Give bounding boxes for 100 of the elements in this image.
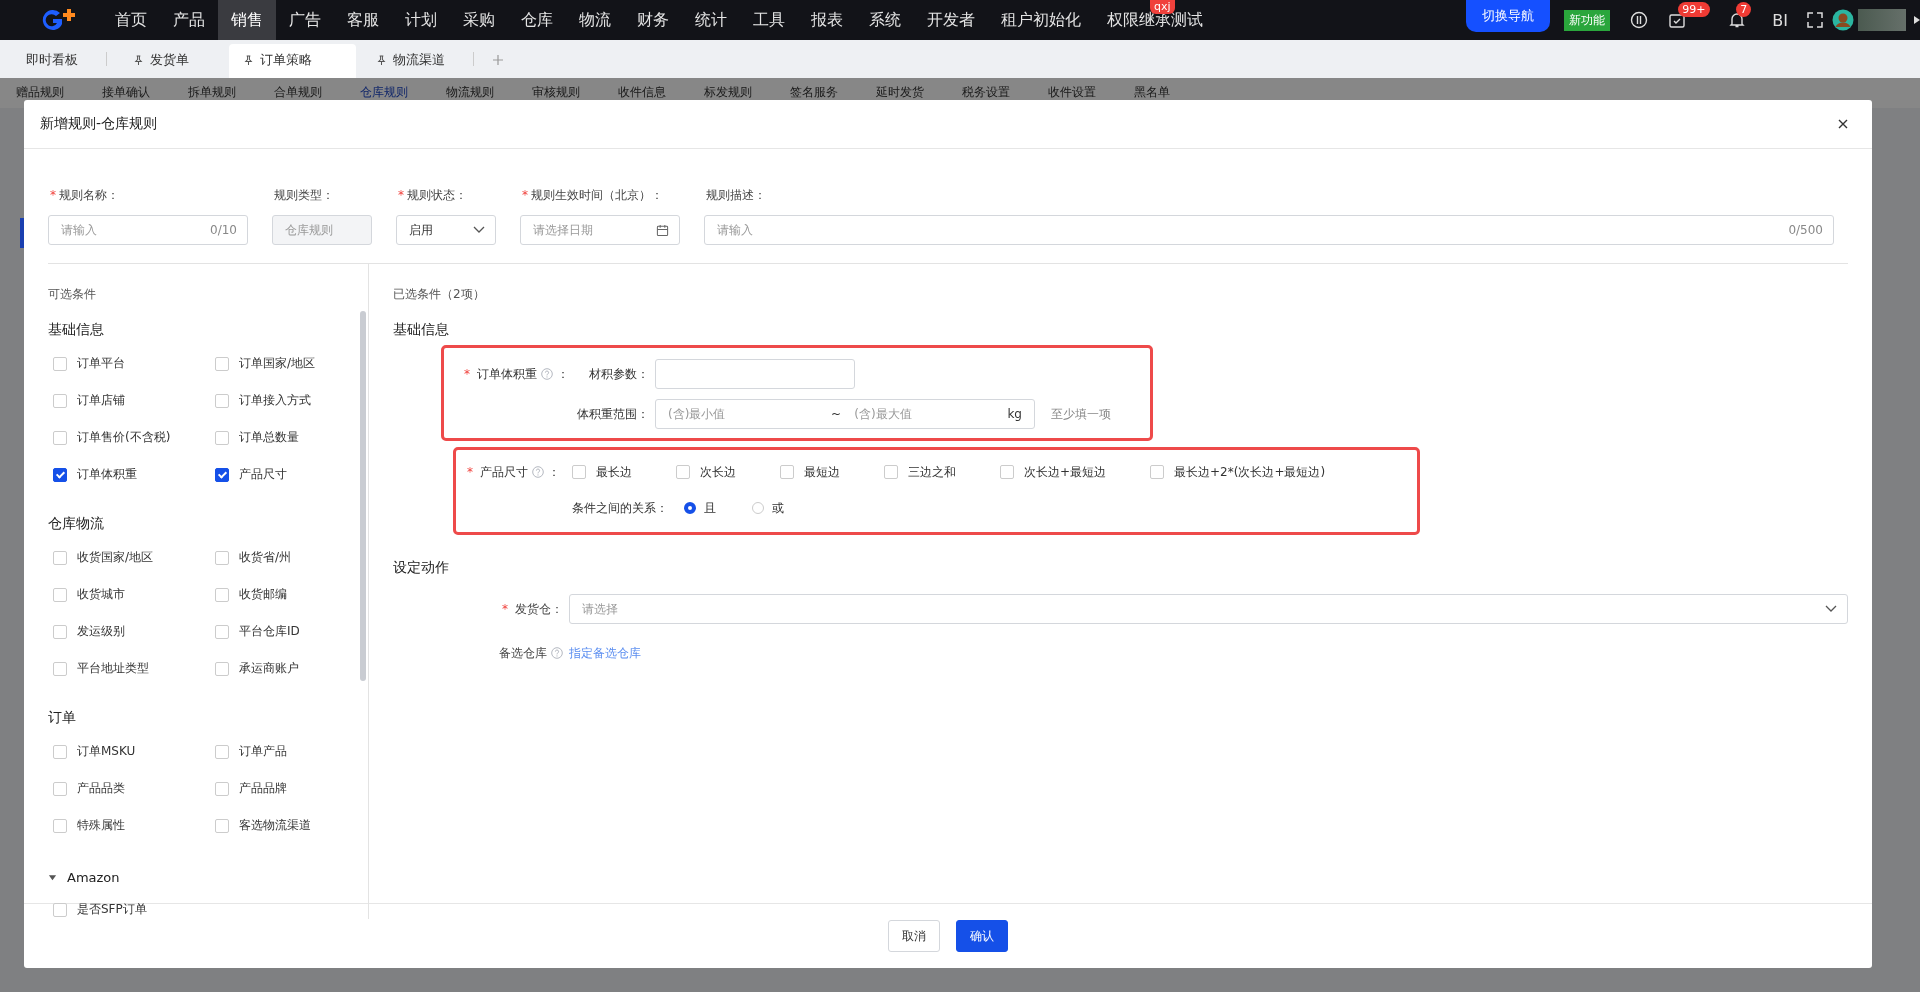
checkbox-label: 最长边+2*(次长边+最短边)	[1174, 463, 1326, 481]
checkbox-label: 特殊属性	[77, 817, 125, 834]
text-input[interactable]: 请输入 0/10	[48, 215, 248, 245]
sync-icon[interactable]	[1630, 11, 1649, 29]
checkbox-label: 订单MSKU	[77, 743, 136, 760]
checkbox-label: 收货城市	[77, 586, 125, 603]
group-toggle[interactable]: Amazon	[48, 870, 368, 885]
sub-tab[interactable]: 黑名单	[1134, 84, 1186, 101]
confirm-button[interactable]: 确认	[956, 920, 1008, 952]
nav-menu-item[interactable]: 仓库	[508, 11, 566, 29]
required-mark: *	[522, 188, 528, 202]
add-tab-icon[interactable]	[492, 54, 504, 66]
checkbox-label: 平台地址类型	[77, 660, 149, 677]
help-icon[interactable]	[551, 647, 563, 659]
chevron-down-icon	[1825, 605, 1837, 613]
checkbox-label: 订单国家/地区	[239, 355, 316, 372]
checkbox-label: 订单总数量	[239, 429, 299, 446]
caret-icon[interactable]	[48, 873, 57, 882]
calendar-icon	[656, 223, 669, 237]
task-icon[interactable]	[1668, 11, 1687, 29]
help-icon[interactable]	[532, 466, 544, 478]
checkbox-label: 产品尺寸	[239, 466, 287, 483]
field-label: 材积参数：	[588, 365, 649, 383]
sub-tab[interactable]: 拆单规则	[188, 84, 252, 101]
caret-icon[interactable]	[1914, 16, 1920, 24]
count-badge: 99+	[1678, 2, 1710, 17]
checkbox-label: 是否SFP订单	[77, 901, 147, 918]
field-label: 体积重范围：	[576, 405, 649, 423]
required-mark: *	[464, 367, 470, 381]
avatar-icon[interactable]	[1832, 9, 1854, 31]
nav-menu-item[interactable]: 开发者	[914, 11, 988, 29]
page-tab[interactable]: 订单策略	[229, 44, 356, 78]
radio-label: 且	[704, 499, 716, 517]
field-label: 规则类型：	[274, 188, 334, 202]
nav-menu-item[interactable]: 客服	[334, 11, 392, 29]
page-tab[interactable]: 即时看板	[12, 44, 94, 78]
nav-menu-item[interactable]: 工具	[740, 11, 798, 29]
text-input[interactable]: 请输入 0/500	[704, 215, 1834, 245]
condition-label: 产品尺寸	[480, 463, 528, 481]
nav-menu-item[interactable]: 财务	[624, 11, 682, 29]
sub-tab[interactable]: 收件信息	[618, 84, 682, 101]
checkbox[interactable]	[215, 467, 229, 482]
checkbox[interactable]	[53, 467, 67, 482]
sub-tab[interactable]: 物流规则	[446, 84, 510, 101]
checkbox-label: 次长边	[700, 463, 736, 481]
nav-menu-item[interactable]: 产品	[160, 11, 218, 29]
nav-menu-item[interactable]: 报表	[798, 11, 856, 29]
range-input[interactable]: (含)最小值 ~ (含)最大值 kg	[655, 399, 1035, 429]
checkbox-label: 订单售价(不含税)	[77, 429, 171, 446]
fullscreen-icon[interactable]	[1806, 11, 1824, 29]
switch-navigation-button[interactable]: 切换导航	[1466, 0, 1551, 32]
help-icon[interactable]	[541, 368, 553, 380]
bell-icon[interactable]	[1728, 11, 1747, 29]
checkbox-label: 产品品牌	[239, 780, 287, 797]
nav-menu-item[interactable]: 采购	[450, 11, 508, 29]
nav-menu-item[interactable]: 计划	[392, 11, 450, 29]
panel-title: 可选条件	[48, 286, 97, 303]
sub-tab[interactable]: 审核规则	[532, 84, 596, 101]
colon: ：	[548, 463, 560, 481]
checkbox-label: 产品品类	[77, 780, 125, 797]
sub-tab[interactable]: 税务设置	[962, 84, 1026, 101]
radio-button[interactable]	[684, 502, 696, 514]
scrollbar[interactable]	[360, 311, 366, 681]
count-badge: 7	[1736, 2, 1752, 17]
page-tab[interactable]: 发货单	[119, 44, 205, 78]
nav-menu-item[interactable]: 统计	[682, 11, 740, 29]
checkbox-label: 次长边+最短边	[1024, 463, 1107, 481]
nav-menu-item[interactable]: 广告	[276, 11, 334, 29]
close-icon[interactable]	[1838, 119, 1848, 129]
pin-icon[interactable]	[243, 54, 254, 66]
field-label: 规则描述：	[706, 188, 766, 202]
radio-label: 或	[772, 499, 784, 517]
sub-tab[interactable]: 延时发货	[876, 84, 940, 101]
status-select[interactable]: 启用	[396, 215, 496, 245]
nav-menu-item[interactable]: 租户初始化	[988, 11, 1094, 29]
sub-tab[interactable]: 接单确认	[102, 84, 166, 101]
nav-menu-item[interactable]: 销售	[218, 0, 276, 40]
page-tab[interactable]: 物流渠道	[362, 44, 461, 78]
sub-tab[interactable]: 收件设置	[1048, 84, 1112, 101]
checkbox-label: 最短边	[804, 463, 840, 481]
sub-tab[interactable]: 赠品规则	[16, 84, 80, 101]
pin-icon[interactable]	[376, 54, 387, 66]
sub-tab[interactable]: 标发规则	[704, 84, 768, 101]
bi-link[interactable]: BI	[1772, 10, 1788, 30]
cancel-button[interactable]: 取消	[888, 920, 940, 952]
nav-menu-item[interactable]: 系统	[856, 11, 914, 29]
hint-text: 至少填一项	[1051, 405, 1111, 423]
sub-tab[interactable]: 合单规则	[274, 84, 338, 101]
pin-icon[interactable]	[133, 54, 144, 66]
checkbox-label: 订单平台	[77, 355, 125, 372]
checkbox-label: 订单接入方式	[239, 392, 311, 409]
panel-title: 已选条件（2项）	[393, 286, 486, 303]
field-label: 规则名称：	[59, 188, 119, 202]
sub-tab[interactable]: 签名服务	[790, 84, 854, 101]
checkbox-label: 订单店铺	[77, 392, 125, 409]
param-input[interactable]	[655, 359, 855, 389]
nav-menu-item[interactable]: 首页	[102, 11, 160, 29]
sub-tab[interactable]: 仓库规则	[360, 84, 424, 101]
redacted-username	[1858, 9, 1906, 31]
nav-menu-item[interactable]: 物流	[566, 11, 624, 29]
